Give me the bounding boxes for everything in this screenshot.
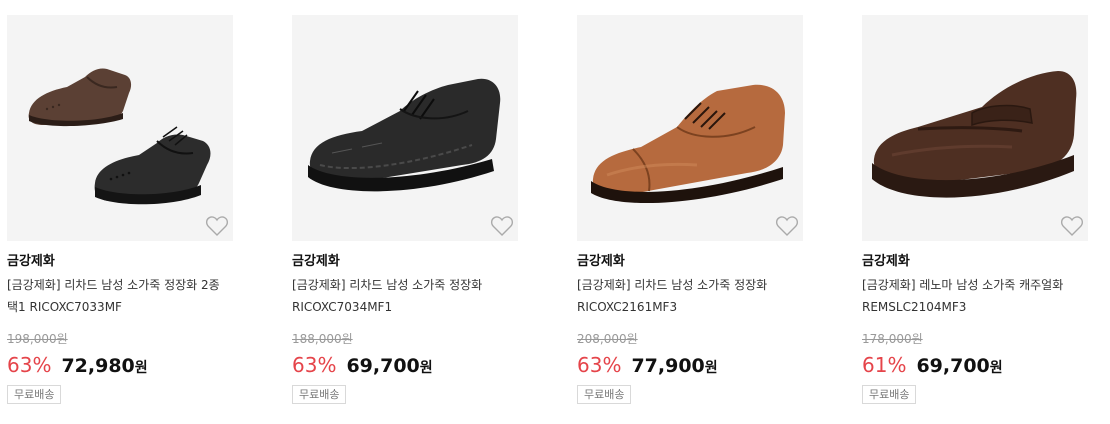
discount-rate: 63%	[577, 353, 622, 377]
price-row: 63% 77,900 원	[577, 353, 803, 379]
product-brand: 금강제화	[862, 254, 910, 269]
shoe-image-black-derby	[308, 78, 501, 192]
original-price: 188,000원	[292, 332, 353, 346]
free-shipping-badge: 무료배송	[862, 385, 917, 404]
free-shipping-badge: 무료배송	[577, 385, 632, 404]
shoe-image-brown-black-brogue	[28, 68, 211, 205]
product-image[interactable]	[7, 15, 233, 241]
product-title[interactable]: [금강제화] 리차드 남성 소가죽 정장화 2종 택1 RICOXC7033MF	[7, 274, 233, 318]
product-image[interactable]	[292, 15, 518, 241]
product-title[interactable]: [금강제화] 리차드 남성 소가죽 정장화 RICOXC2161MF3	[577, 274, 803, 318]
currency-unit: 원	[989, 360, 1003, 376]
discount-rate: 61%	[862, 353, 907, 377]
product-title[interactable]: [금강제화] 레노마 남성 소가죽 캐주얼화 REMSLC2104MF3	[862, 274, 1088, 318]
product-card[interactable]: 금강제화 [금강제화] 레노마 남성 소가죽 캐주얼화 REMSLC2104MF…	[862, 0, 1088, 404]
currency-unit: 원	[704, 360, 718, 376]
sale-price: 72,980	[61, 355, 135, 377]
price-row: 63% 72,980 원	[7, 353, 233, 379]
sale-price: 69,700	[346, 355, 420, 377]
currency-unit: 원	[419, 360, 433, 376]
heart-outline-icon[interactable]	[775, 215, 799, 237]
product-brand: 금강제화	[292, 254, 340, 269]
product-card[interactable]: 금강제화 [금강제화] 리차드 남성 소가죽 정장화 RICOXC7034MF1…	[292, 0, 518, 404]
currency-unit: 원	[134, 360, 148, 376]
shoe-image-brown-loafer	[872, 71, 1077, 198]
original-price: 208,000원	[577, 332, 638, 346]
original-price: 198,000원	[7, 332, 68, 346]
discount-rate: 63%	[7, 353, 52, 377]
product-image[interactable]	[862, 15, 1088, 241]
product-title[interactable]: [금강제화] 리차드 남성 소가죽 정장화 RICOXC7034MF1	[292, 274, 518, 318]
free-shipping-badge: 무료배송	[7, 385, 62, 404]
original-price: 178,000원	[862, 332, 923, 346]
sale-price: 69,700	[916, 355, 990, 377]
product-image[interactable]	[577, 15, 803, 241]
shoe-image-tan-captoe	[591, 84, 785, 204]
product-card[interactable]: 금강제화 [금강제화] 리차드 남성 소가죽 정장화 RICOXC2161MF3…	[577, 0, 803, 404]
product-card[interactable]: 금강제화 [금강제화] 리차드 남성 소가죽 정장화 2종 택1 RICOXC7…	[7, 0, 233, 404]
product-brand: 금강제화	[577, 254, 625, 269]
heart-outline-icon[interactable]	[490, 215, 514, 237]
product-grid: 금강제화 [금강제화] 리차드 남성 소가죽 정장화 2종 택1 RICOXC7…	[0, 0, 1110, 424]
price-row: 61% 69,700 원	[862, 353, 1088, 379]
sale-price: 77,900	[631, 355, 705, 377]
product-brand: 금강제화	[7, 254, 55, 269]
heart-outline-icon[interactable]	[1060, 215, 1084, 237]
free-shipping-badge: 무료배송	[292, 385, 347, 404]
price-row: 63% 69,700 원	[292, 353, 518, 379]
heart-outline-icon[interactable]	[205, 215, 229, 237]
discount-rate: 63%	[292, 353, 337, 377]
